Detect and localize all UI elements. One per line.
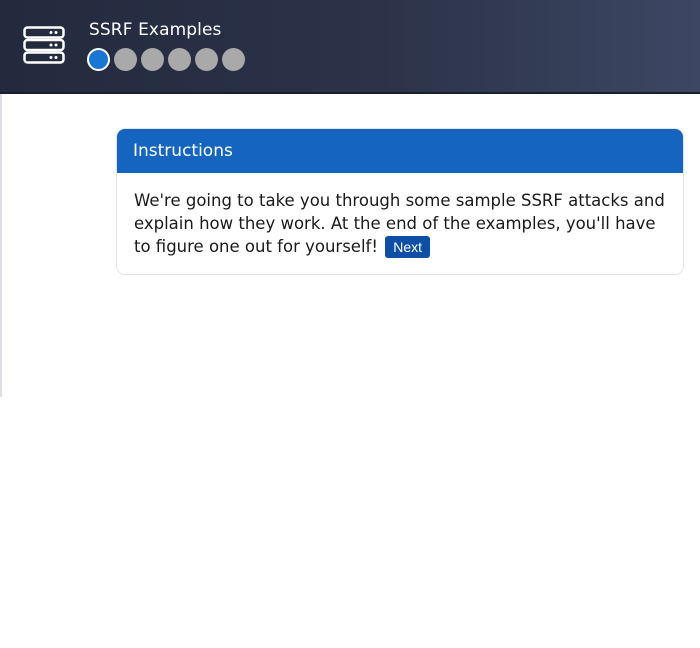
left-border: [0, 94, 2, 397]
step-dot-5[interactable]: [195, 48, 218, 71]
instructions-card: Instructions We're going to take you thr…: [116, 128, 684, 275]
step-dot-2[interactable]: [114, 48, 137, 71]
step-dot-3[interactable]: [141, 48, 164, 71]
instructions-title: Instructions: [117, 129, 683, 173]
page: SSRF Examples Instructions We're going t…: [0, 0, 700, 648]
step-dot-1[interactable]: [87, 48, 110, 71]
step-dot-6[interactable]: [222, 48, 245, 71]
server-stack-icon: [23, 26, 65, 64]
header-bar: SSRF Examples: [0, 0, 700, 94]
app-title: SSRF Examples: [89, 20, 222, 40]
instructions-body: We're going to take you through some sam…: [117, 173, 683, 258]
step-indicator: [87, 48, 245, 71]
step-dot-4[interactable]: [168, 48, 191, 71]
next-button[interactable]: Next: [385, 236, 431, 258]
